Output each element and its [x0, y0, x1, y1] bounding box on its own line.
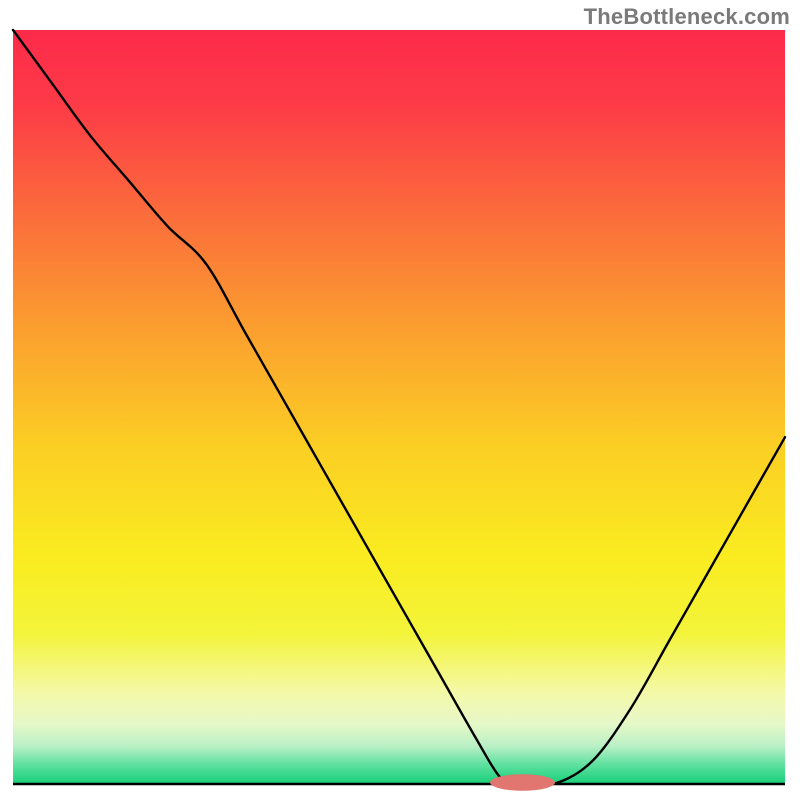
attribution-text: TheBottleneck.com — [584, 4, 790, 30]
chart-background — [13, 30, 785, 784]
optimal-range-marker — [490, 774, 555, 791]
chart-container: TheBottleneck.com — [0, 0, 800, 800]
bottleneck-chart — [0, 0, 800, 800]
